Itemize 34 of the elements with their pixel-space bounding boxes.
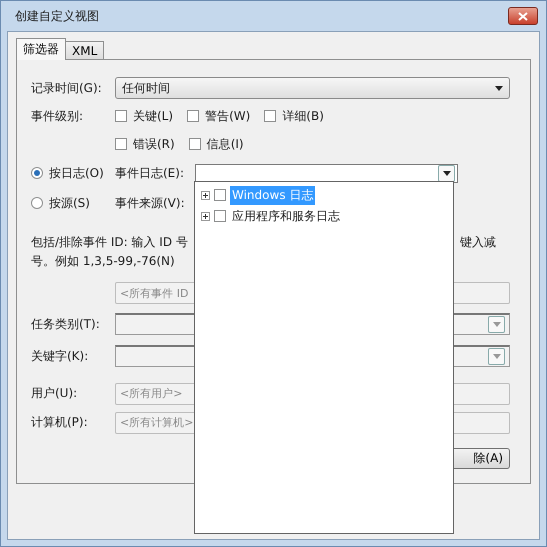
- dropdown-arrow-icon: [492, 354, 500, 359]
- description-text: 号。例如 1,3,5-99,-76(N): [31, 252, 175, 270]
- tab[interactable]: XML: [65, 41, 104, 60]
- event-log-combo[interactable]: [195, 164, 458, 182]
- tree-checkbox[interactable]: [214, 189, 226, 201]
- description-text: 键入减: [460, 234, 496, 250]
- field-label: 关键字(K):: [31, 348, 90, 364]
- dropdown-arrow-icon: [442, 170, 450, 176]
- field-label: 事件级别:: [31, 108, 84, 124]
- dropdown-arrow-icon: [495, 86, 503, 90]
- level-checkbox[interactable]: 警告(W): [187, 108, 250, 124]
- description-text: 包括/排除事件 ID: 输入 ID 号: [31, 234, 188, 250]
- field-label: 用户(U):: [31, 385, 78, 402]
- field-label: 事件来源(V):: [115, 194, 186, 212]
- field-label: 计算机(P):: [31, 414, 89, 431]
- level-checkbox[interactable]: 关键(L): [115, 108, 174, 124]
- level-checkbox[interactable]: 详细(B): [264, 108, 324, 124]
- close-button[interactable]: [508, 7, 538, 25]
- tree-checkbox[interactable]: [214, 210, 226, 222]
- radio-button[interactable]: 按日志(O): [31, 164, 115, 182]
- tree-item[interactable]: 应用程序和服务日志: [201, 207, 447, 225]
- expand-icon[interactable]: [201, 190, 210, 200]
- level-checkbox[interactable]: 错误(R): [115, 136, 175, 152]
- field-label: 记录时间(G):: [31, 80, 103, 96]
- field-label: 事件日志(E):: [115, 164, 185, 182]
- level-checkbox[interactable]: 信息(I): [188, 136, 244, 152]
- dropdown-arrow-icon: [492, 322, 500, 327]
- tab[interactable]: 筛选器: [16, 38, 66, 60]
- time-dropdown[interactable]: 任何时间: [115, 77, 510, 99]
- field-label: 任务类别(T):: [31, 316, 101, 332]
- close-icon: [518, 12, 528, 20]
- window-title: 创建自定义视图: [15, 8, 99, 24]
- expand-icon[interactable]: [201, 212, 210, 220]
- radio-button[interactable]: 按源(S): [31, 194, 115, 212]
